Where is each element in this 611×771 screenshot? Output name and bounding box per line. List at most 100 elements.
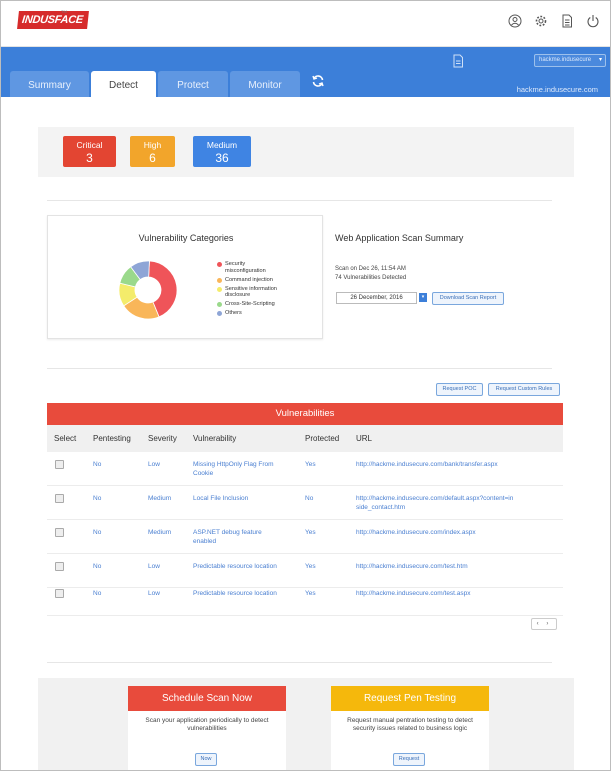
request-poc-button[interactable]: Request POC [436,383,483,396]
cell-vulnerability[interactable]: Missing HttpOnly Flag From Cookie [193,460,293,478]
legend-dot [217,262,222,267]
categories-donut-chart [118,260,178,320]
column-header: Severity [148,434,177,443]
medium-count: 36 [215,151,229,165]
user-icon[interactable] [508,14,522,28]
table-row[interactable]: No Low Predictable resource location Yes… [47,582,563,616]
divider [47,200,552,201]
cell-vulnerability[interactable]: Local File Inclusion [193,494,293,503]
high-badge[interactable]: High 6 [130,136,175,167]
cell-severity: Medium [148,529,172,536]
legend-item: Sensitive information disclosure [217,286,287,299]
header-band: hackme.indusecure ▾ Summary Detect Prote… [1,47,610,97]
pen-testing-title: Request Pen Testing [331,686,489,711]
site-select-value: hackme.indusecure [539,57,592,63]
cta-section: Schedule Scan Now Scan your application … [38,678,574,770]
scan-date-input[interactable]: 26 December, 2016 [336,292,417,304]
legend-item: Command injection [217,277,287,284]
column-header: Vulnerability [193,434,237,443]
row-checkbox[interactable] [55,460,64,469]
request-pen-test-button[interactable]: Request [393,753,425,766]
tab-summary[interactable]: Summary [10,71,89,97]
legend-label: Sensitive information disclosure [225,285,277,299]
tab-detect[interactable]: Detect [91,71,156,97]
schedule-now-button[interactable]: Now [195,753,217,766]
top-icons [508,14,600,28]
scan-summary-info: Scan on Dec 26, 11:54 AM 74 Vulnerabilit… [335,265,406,283]
legend-item: Others [217,310,287,317]
cell-url[interactable]: http://hackme.indusecure.com/index.aspx [356,528,531,537]
column-header: URL [356,434,373,443]
site-select[interactable]: hackme.indusecure ▾ [534,54,606,67]
main-tabs: Summary Detect Protect Monitor [10,71,302,97]
cell-pentesting: No [93,495,102,502]
request-custom-rules-button[interactable]: Request Custom Rules [488,383,560,396]
legend-label: Security misconfiguration [225,261,266,274]
download-report-button[interactable]: Download Scan Report [432,292,504,305]
table-row[interactable]: No Medium ASP.NET debug feature enabled … [47,520,563,554]
severity-summary: Critical 3 High 6 Medium 36 [38,127,574,177]
table-header: Select Pentesting Severity Vulnerability… [47,425,563,452]
host-label: hackme.indusecure.com [516,85,598,94]
table-row[interactable]: No Low Missing HttpOnly Flag From Cookie… [47,452,563,486]
cell-pentesting: No [93,563,102,570]
vulnerabilities-detected: 74 Vulnerabilities Detected [335,275,407,281]
refresh-icon[interactable] [311,74,325,88]
categories-legend: Security misconfiguration Command inject… [217,261,287,319]
scan-timestamp: Scan on Dec 26, 11:54 AM [335,266,406,272]
app-window: INDUSFACE TM hackme.indusecure ▾ Summary… [0,0,611,771]
categories-card: Vulnerability Categories Security miscon… [47,215,323,339]
report-icon[interactable] [560,14,574,28]
critical-label: Critical [76,140,103,150]
high-count: 6 [149,151,156,165]
cell-protected: Yes [305,590,316,597]
divider [47,368,552,369]
row-checkbox[interactable] [55,589,64,598]
column-header: Select [54,434,77,443]
schedule-scan-text: Scan your application periodically to de… [145,717,269,732]
high-label: High [143,140,162,150]
tab-protect[interactable]: Protect [158,71,228,97]
document-icon[interactable] [451,54,465,68]
cell-severity: Medium [148,495,172,502]
column-header: Protected [305,434,340,443]
critical-count: 3 [86,151,93,165]
table-row[interactable]: No Medium Local File Inclusion No http:/… [47,486,563,520]
tab-monitor[interactable]: Monitor [230,71,300,97]
cell-protected: Yes [305,563,316,570]
cell-vulnerability[interactable]: Predictable resource location [193,589,303,598]
table-pager[interactable]: ‹ › [531,618,557,630]
gear-icon[interactable] [534,14,548,28]
cell-url[interactable]: http://hackme.indusecure.com/bank/transf… [356,460,531,469]
legend-label: Cross-Site-Scripting [225,301,275,307]
cell-pentesting: No [93,590,102,597]
legend-label: Command injection [225,276,273,283]
cell-pentesting: No [93,461,102,468]
cell-vulnerability[interactable]: ASP.NET debug feature enabled [193,528,283,546]
legend-item: Security misconfiguration [217,261,287,274]
cell-vulnerability[interactable]: Predictable resource location [193,562,303,571]
row-checkbox[interactable] [55,528,64,537]
cell-severity: Low [148,461,160,468]
cell-protected: Yes [305,461,316,468]
cell-severity: Low [148,563,160,570]
divider [47,662,552,663]
schedule-scan-card: Schedule Scan Now Scan your application … [128,686,286,770]
legend-dot [217,302,222,307]
indusface-logo[interactable]: INDUSFACE [17,11,89,29]
cell-url[interactable]: http://hackme.indusecure.com/test.aspx [356,589,531,598]
cell-url[interactable]: http://hackme.indusecure.com/default.asp… [356,494,516,512]
row-checkbox[interactable] [55,494,64,503]
cell-url[interactable]: http://hackme.indusecure.com/test.htm [356,562,531,571]
categories-title: Vulnerability Categories [138,233,234,243]
critical-badge[interactable]: Critical 3 [63,136,116,167]
row-checkbox[interactable] [55,562,64,571]
medium-label: Medium [206,140,238,150]
power-icon[interactable] [586,14,600,28]
calendar-icon[interactable]: ▾ [419,293,427,302]
pen-testing-text: Request manual pentration testing to det… [347,717,473,732]
medium-badge[interactable]: Medium 36 [193,136,251,167]
legend-dot [217,311,222,316]
schedule-scan-title: Schedule Scan Now [128,686,286,711]
logo-trademark: TM [61,9,67,14]
